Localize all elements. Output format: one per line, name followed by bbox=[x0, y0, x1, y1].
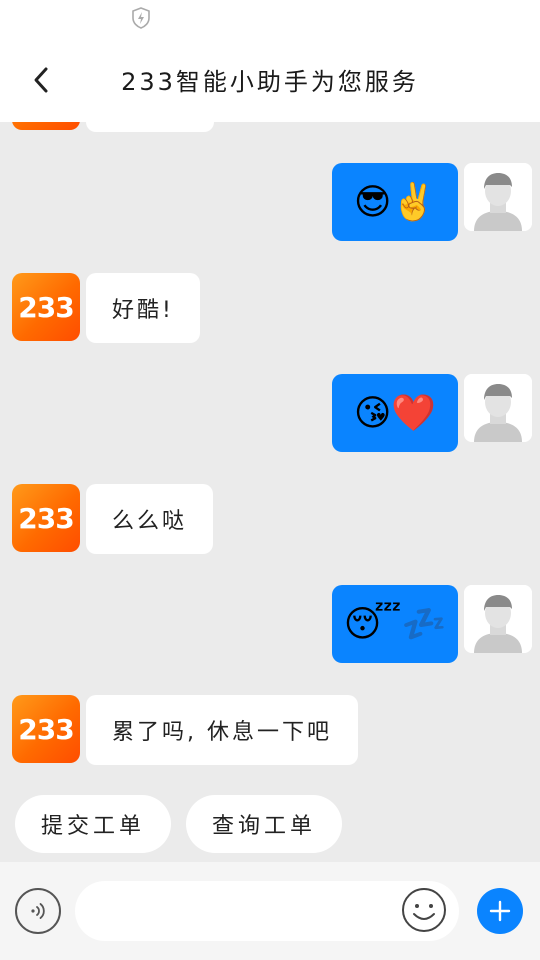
query-ticket-button[interactable]: 查询工单 bbox=[186, 795, 342, 853]
bot-avatar: 233 bbox=[12, 122, 80, 130]
header: 233智能小助手为您服务 bbox=[0, 40, 540, 122]
voice-button[interactable] bbox=[15, 888, 61, 934]
add-button[interactable] bbox=[477, 888, 523, 934]
emoji-button[interactable] bbox=[401, 887, 447, 933]
user-message-bubble[interactable]: 😎✌️ bbox=[332, 163, 458, 241]
input-bar bbox=[0, 862, 540, 960]
page-title: 233智能小助手为您服务 bbox=[121, 68, 419, 96]
smiley-icon bbox=[402, 888, 446, 932]
default-user-avatar-icon bbox=[464, 163, 532, 231]
default-user-avatar-icon bbox=[464, 374, 532, 442]
submit-ticket-button[interactable]: 提交工单 bbox=[15, 795, 171, 853]
user-avatar[interactable] bbox=[464, 374, 532, 442]
default-user-avatar-icon bbox=[464, 585, 532, 653]
user-avatar[interactable] bbox=[464, 163, 532, 231]
bot-message-bubble-partial bbox=[86, 122, 214, 132]
bot-avatar[interactable]: 233 bbox=[12, 695, 80, 763]
shield-bolt-icon bbox=[132, 7, 150, 29]
user-message-bubble[interactable]: 😘❤️ bbox=[332, 374, 458, 452]
voice-icon bbox=[31, 903, 45, 919]
status-bar bbox=[0, 0, 540, 40]
bot-avatar[interactable]: 233 bbox=[12, 273, 80, 341]
chat-area[interactable]: 233 😎✌️ 233 好酷! 😘❤️ 233 么么哒 bbox=[0, 122, 540, 862]
user-avatar[interactable] bbox=[464, 585, 532, 653]
plus-icon bbox=[489, 900, 511, 922]
user-message-bubble[interactable]: 😴💤 bbox=[332, 585, 458, 663]
bot-message-bubble[interactable]: 么么哒 bbox=[86, 484, 214, 554]
bot-avatar[interactable]: 233 bbox=[12, 484, 80, 552]
bot-message-bubble[interactable]: 好酷! bbox=[86, 273, 200, 343]
bot-message-bubble[interactable]: 累了吗, 休息一下吧 bbox=[86, 695, 358, 765]
